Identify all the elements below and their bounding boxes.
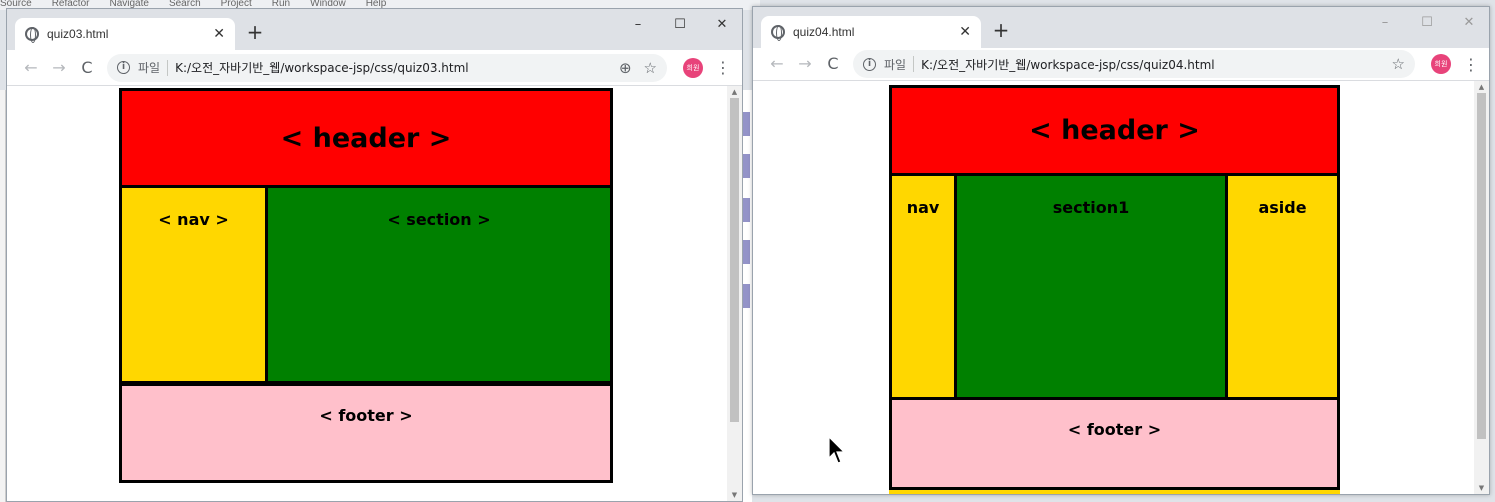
info-icon[interactable]: i: [117, 61, 130, 74]
browser-window-quiz03: quiz03.html ✕ + – ☐ ✕ ← → C i 파일 K:/오전_자…: [6, 8, 743, 502]
browser-menu-icon[interactable]: ⋮: [713, 58, 733, 77]
nav-text: < nav >: [158, 210, 229, 229]
divider: [167, 59, 169, 76]
page-overflow-strip: [889, 490, 1340, 494]
scrollbar-thumb[interactable]: [1477, 93, 1486, 439]
address-bar[interactable]: i 파일 K:/오전_자바기반_웹/workspace-jsp/css/quiz…: [853, 50, 1415, 78]
browser-toolbar: ← → C i 파일 K:/오전_자바기반_웹/workspace-jsp/cs…: [753, 48, 1489, 81]
back-button[interactable]: ←: [763, 50, 791, 78]
url-text[interactable]: K:/오전_자바기반_웹/workspace-jsp/css/quiz04.ht…: [921, 56, 1379, 73]
page-footer: < footer >: [119, 383, 613, 483]
mouse-cursor-icon: [828, 436, 846, 464]
vertical-scrollbar[interactable]: ▲ ▼: [727, 86, 742, 501]
scrollbar-thumb[interactable]: [730, 98, 739, 422]
tab-title: quiz03.html: [47, 27, 109, 41]
globe-icon: [771, 25, 785, 41]
reload-button[interactable]: C: [73, 54, 101, 82]
ide-editor-strip: [742, 90, 752, 502]
section-text: < section >: [387, 210, 491, 229]
page-nav: < nav >: [119, 185, 268, 384]
browser-window-quiz04: quiz04.html ✕ + – ☐ ✕ ← → C i 파일 K:/오전_자…: [752, 6, 1490, 495]
page-aside: aside: [1225, 173, 1340, 400]
zoom-icon[interactable]: ⊕: [619, 59, 632, 77]
forward-button[interactable]: →: [791, 50, 819, 78]
page-section: < section >: [265, 185, 613, 384]
browser-menu-icon[interactable]: ⋮: [1461, 55, 1481, 74]
new-tab-button[interactable]: +: [243, 20, 267, 44]
tab-quiz03[interactable]: quiz03.html ✕: [15, 18, 235, 50]
reload-button[interactable]: C: [819, 50, 847, 78]
tab-strip: quiz04.html ✕ + – ☐ ✕: [753, 7, 1489, 48]
aside-text: aside: [1258, 198, 1307, 217]
minimize-button[interactable]: –: [1364, 11, 1406, 35]
page-section1: section1: [954, 173, 1228, 400]
tab-quiz04[interactable]: quiz04.html ✕: [761, 16, 981, 48]
page-nav: nav: [889, 173, 957, 400]
new-tab-button[interactable]: +: [989, 18, 1013, 42]
tab-close-icon[interactable]: ✕: [959, 24, 971, 40]
header-text: < header >: [1029, 115, 1200, 146]
scroll-down-icon[interactable]: ▼: [727, 489, 742, 501]
tab-close-icon[interactable]: ✕: [213, 26, 225, 42]
nav-text: nav: [906, 198, 940, 217]
url-scheme-label: 파일: [138, 61, 161, 75]
maximize-button[interactable]: ☐: [1406, 11, 1448, 35]
page-footer: < footer >: [889, 397, 1340, 490]
page-viewport: < header > < nav > < section > < footer …: [7, 86, 742, 501]
maximize-button[interactable]: ☐: [659, 13, 701, 37]
section1-text: section1: [1052, 198, 1130, 217]
divider: [913, 56, 915, 72]
header-text: < header >: [280, 122, 452, 154]
close-window-button[interactable]: ✕: [701, 13, 742, 37]
page-header: < header >: [119, 88, 613, 188]
url-text[interactable]: K:/오전_자바기반_웹/workspace-jsp/css/quiz03.ht…: [175, 59, 607, 76]
footer-text: < footer >: [1067, 420, 1162, 439]
bookmark-star-icon[interactable]: ☆: [644, 59, 657, 77]
close-window-button[interactable]: ✕: [1448, 11, 1489, 35]
window-controls: – ☐ ✕: [617, 13, 742, 37]
forward-button[interactable]: →: [45, 54, 73, 82]
browser-toolbar: ← → C i 파일 K:/오전_자바기반_웹/workspace-jsp/cs…: [7, 50, 742, 86]
page-viewport: < header > nav section1 aside < footer >…: [753, 81, 1489, 494]
scroll-up-icon[interactable]: ▲: [1474, 81, 1489, 93]
minimize-button[interactable]: –: [617, 13, 659, 37]
profile-avatar[interactable]: 희원: [683, 57, 703, 78]
profile-avatar[interactable]: 희원: [1431, 54, 1451, 74]
tab-strip: quiz03.html ✕ + – ☐ ✕: [7, 9, 742, 50]
scroll-up-icon[interactable]: ▲: [727, 86, 742, 98]
globe-icon: [25, 27, 39, 43]
info-icon[interactable]: i: [863, 57, 876, 71]
back-button[interactable]: ←: [17, 54, 45, 82]
vertical-scrollbar[interactable]: ▲ ▼: [1474, 81, 1489, 494]
page-header: < header >: [889, 85, 1340, 176]
address-bar[interactable]: i 파일 K:/오전_자바기반_웹/workspace-jsp/css/quiz…: [107, 53, 667, 82]
footer-text: < footer >: [319, 406, 413, 425]
bookmark-star-icon[interactable]: ☆: [1392, 55, 1405, 73]
window-controls: – ☐ ✕: [1364, 11, 1489, 35]
scroll-down-icon[interactable]: ▼: [1474, 482, 1489, 494]
tab-title: quiz04.html: [793, 25, 855, 39]
url-scheme-label: 파일: [884, 57, 907, 72]
